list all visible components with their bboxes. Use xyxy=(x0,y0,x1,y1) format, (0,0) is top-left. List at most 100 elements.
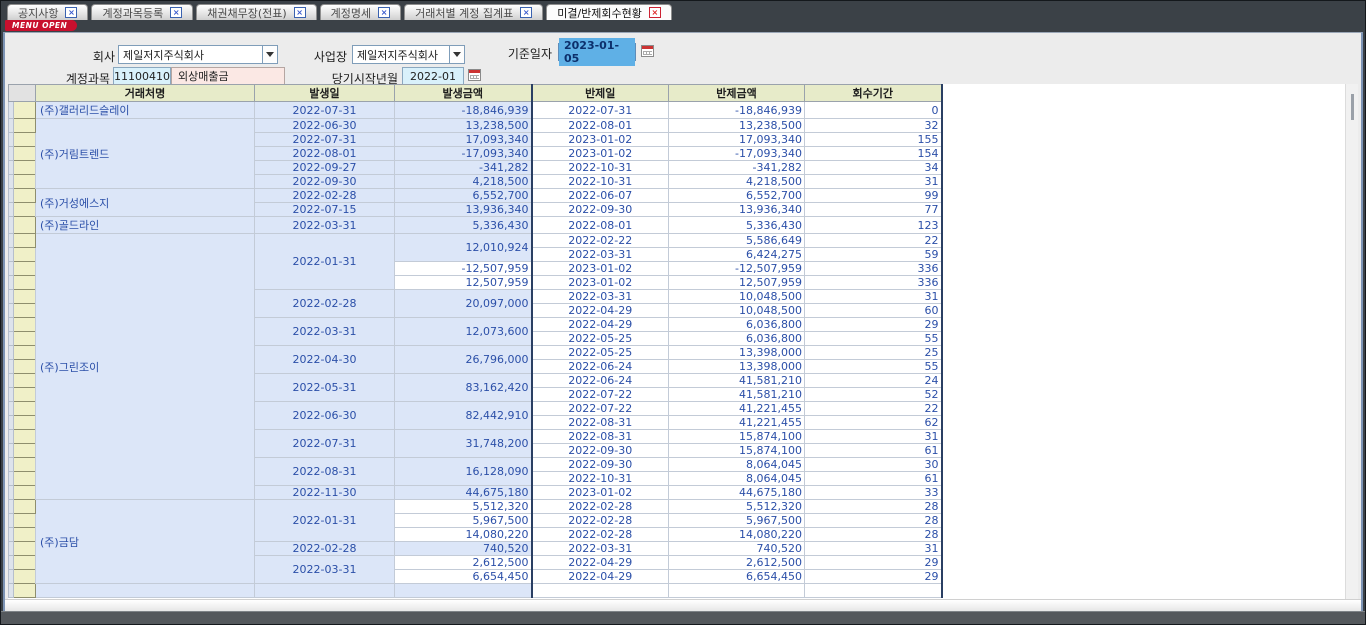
occurrence-amount-cell[interactable]: 740,520 xyxy=(395,542,532,556)
occurrence-amount-cell[interactable]: 17,093,340 xyxy=(395,133,532,147)
collection-days-cell[interactable]: 60 xyxy=(805,304,942,318)
collection-days-cell[interactable]: 61 xyxy=(805,444,942,458)
tab-item-3[interactable]: 계정명세× xyxy=(320,4,401,20)
settlement-date-cell[interactable]: 2023-01-02 xyxy=(532,262,669,276)
period-input[interactable]: 2022-01 xyxy=(402,67,464,85)
customer-name-cell[interactable]: (주)그린조이 xyxy=(36,234,255,500)
settlement-date-cell[interactable]: 2022-02-22 xyxy=(532,234,669,248)
settlement-amount-cell[interactable]: 6,654,450 xyxy=(669,570,805,584)
occurrence-amount-cell[interactable]: 2,612,500 xyxy=(395,556,532,570)
occurrence-amount-cell[interactable]: 5,512,320 xyxy=(395,500,532,514)
row-selector-button[interactable] xyxy=(14,262,36,276)
collection-days-cell[interactable]: 52 xyxy=(805,388,942,402)
row-selector-button[interactable] xyxy=(14,248,36,262)
occurrence-date-cell[interactable]: 2022-02-28 xyxy=(255,189,395,203)
settlement-amount-cell[interactable]: 41,221,455 xyxy=(669,402,805,416)
settlement-date-cell[interactable]: 2023-01-02 xyxy=(532,133,669,147)
collection-days-cell[interactable]: 55 xyxy=(805,332,942,346)
row-selector-button[interactable] xyxy=(14,388,36,402)
settlement-date-cell[interactable]: 2022-04-29 xyxy=(532,318,669,332)
settlement-amount-cell[interactable]: 10,048,500 xyxy=(669,290,805,304)
occurrence-date-cell[interactable]: 2022-07-31 xyxy=(255,430,395,458)
collection-days-cell[interactable]: 31 xyxy=(805,542,942,556)
occurrence-amount-cell[interactable] xyxy=(395,584,532,598)
collection-days-cell[interactable]: 28 xyxy=(805,528,942,542)
tab-item-5[interactable]: 미결/반제회수현황× xyxy=(546,4,672,20)
settlement-date-cell[interactable]: 2022-07-22 xyxy=(532,388,669,402)
settlement-amount-cell[interactable]: -341,282 xyxy=(669,161,805,175)
vertical-scrollbar-thumb[interactable] xyxy=(1351,94,1354,120)
settlement-date-cell[interactable]: 2022-10-31 xyxy=(532,161,669,175)
occurrence-amount-cell[interactable]: 12,507,959 xyxy=(395,276,532,290)
occurrence-date-cell[interactable]: 2022-01-31 xyxy=(255,500,395,542)
tab-item-0[interactable]: 공지사항× xyxy=(7,4,88,20)
occurrence-amount-cell[interactable]: 12,010,924 xyxy=(395,234,532,262)
collection-days-cell[interactable]: 123 xyxy=(805,217,942,234)
occurrence-amount-cell[interactable]: 83,162,420 xyxy=(395,374,532,402)
settlement-amount-cell[interactable]: 17,093,340 xyxy=(669,133,805,147)
settlement-date-cell[interactable]: 2022-06-24 xyxy=(532,360,669,374)
settlement-amount-cell[interactable]: 6,424,275 xyxy=(669,248,805,262)
row-selector-button[interactable] xyxy=(14,528,36,542)
settlement-date-cell[interactable]: 2022-10-31 xyxy=(532,175,669,189)
settlement-date-cell[interactable]: 2023-01-02 xyxy=(532,486,669,500)
settlement-amount-cell[interactable]: 8,064,045 xyxy=(669,472,805,486)
row-selector-button[interactable] xyxy=(14,332,36,346)
occurrence-date-cell[interactable]: 2022-07-31 xyxy=(255,102,395,119)
settlement-amount-cell[interactable]: 41,221,455 xyxy=(669,416,805,430)
occurrence-date-cell[interactable]: 2022-06-30 xyxy=(255,119,395,133)
tab-close-icon[interactable]: × xyxy=(520,7,532,18)
row-selector-button[interactable] xyxy=(14,444,36,458)
calendar-icon[interactable] xyxy=(641,45,654,57)
settlement-date-cell[interactable] xyxy=(532,584,669,598)
row-selector-button[interactable] xyxy=(14,189,36,203)
settlement-amount-cell[interactable]: 13,398,000 xyxy=(669,346,805,360)
settlement-amount-cell[interactable]: 740,520 xyxy=(669,542,805,556)
settlement-date-cell[interactable]: 2022-06-24 xyxy=(532,374,669,388)
collection-days-cell[interactable]: 59 xyxy=(805,248,942,262)
occurrence-amount-cell[interactable]: -12,507,959 xyxy=(395,262,532,276)
settlement-amount-cell[interactable]: 15,874,100 xyxy=(669,444,805,458)
collection-days-cell[interactable]: 32 xyxy=(805,119,942,133)
occurrence-date-cell[interactable]: 2022-07-31 xyxy=(255,133,395,147)
occurrence-date-cell[interactable]: 2022-07-15 xyxy=(255,203,395,217)
customer-name-cell[interactable]: (주)금담 xyxy=(36,500,255,584)
occurrence-amount-cell[interactable]: 16,128,090 xyxy=(395,458,532,486)
settlement-amount-cell[interactable] xyxy=(669,584,805,598)
site-select[interactable]: 제일저지주식회사 xyxy=(352,45,465,64)
occurrence-date-cell[interactable]: 2022-03-31 xyxy=(255,318,395,346)
occurrence-amount-cell[interactable]: 12,073,600 xyxy=(395,318,532,346)
occurrence-date-cell[interactable] xyxy=(255,584,395,598)
tab-close-icon[interactable]: × xyxy=(649,7,661,18)
occurrence-date-cell[interactable]: 2022-04-30 xyxy=(255,346,395,374)
tab-close-icon[interactable]: × xyxy=(378,7,390,18)
collection-days-cell[interactable]: 30 xyxy=(805,458,942,472)
settlement-date-cell[interactable]: 2022-09-30 xyxy=(532,203,669,217)
row-selector-button[interactable] xyxy=(14,276,36,290)
settlement-amount-cell[interactable]: -12,507,959 xyxy=(669,262,805,276)
collection-days-cell[interactable]: 22 xyxy=(805,402,942,416)
collection-days-cell[interactable]: 24 xyxy=(805,374,942,388)
row-selector-button[interactable] xyxy=(14,217,36,234)
occurrence-amount-cell[interactable]: 4,218,500 xyxy=(395,175,532,189)
settlement-amount-cell[interactable]: 41,581,210 xyxy=(669,388,805,402)
base-date-input[interactable]: 2023-01-05 xyxy=(558,43,636,61)
collection-days-cell[interactable]: 29 xyxy=(805,318,942,332)
collection-days-cell[interactable]: 62 xyxy=(805,416,942,430)
row-selector-button[interactable] xyxy=(14,374,36,388)
row-selector-button[interactable] xyxy=(14,175,36,189)
settlement-date-cell[interactable]: 2022-02-28 xyxy=(532,514,669,528)
collection-days-cell[interactable]: 31 xyxy=(805,430,942,444)
occurrence-amount-cell[interactable]: 82,442,910 xyxy=(395,402,532,430)
occurrence-amount-cell[interactable]: 44,675,180 xyxy=(395,486,532,500)
row-selector-button[interactable] xyxy=(14,486,36,500)
settlement-date-cell[interactable]: 2022-08-31 xyxy=(532,416,669,430)
row-selector-button[interactable] xyxy=(14,161,36,175)
collection-days-cell[interactable]: 22 xyxy=(805,234,942,248)
settlement-amount-cell[interactable]: 6,036,800 xyxy=(669,332,805,346)
settlement-date-cell[interactable]: 2022-05-25 xyxy=(532,332,669,346)
occurrence-amount-cell[interactable]: 5,336,430 xyxy=(395,217,532,234)
row-selector-button[interactable] xyxy=(14,102,36,119)
collection-days-cell[interactable]: 31 xyxy=(805,175,942,189)
settlement-amount-cell[interactable]: 13,398,000 xyxy=(669,360,805,374)
